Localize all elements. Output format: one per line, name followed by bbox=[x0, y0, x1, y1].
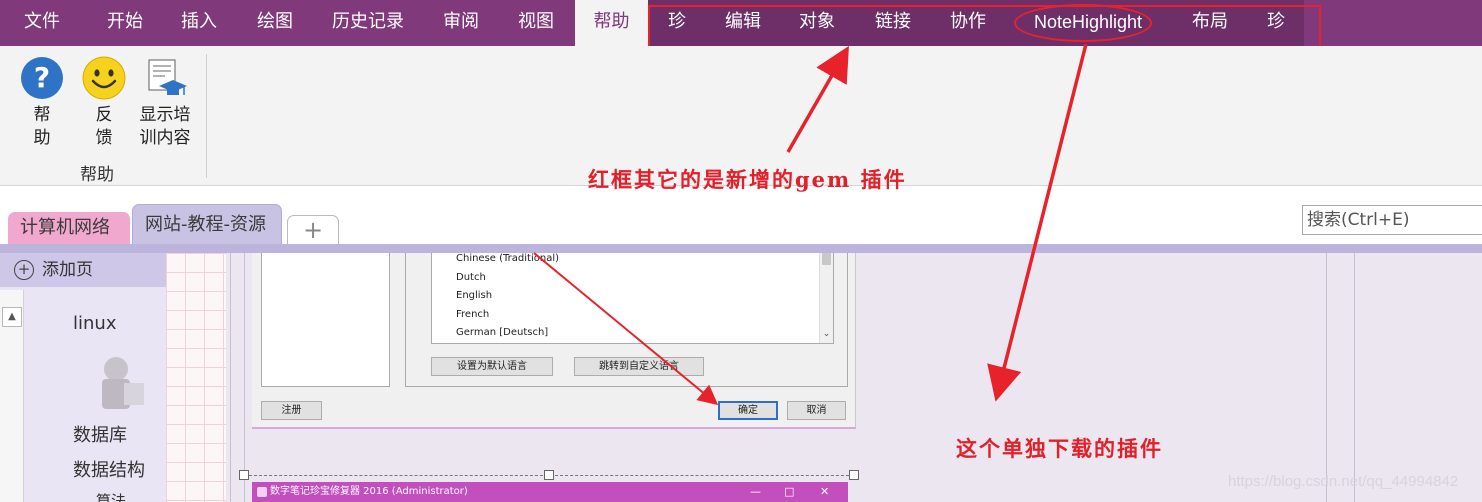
tab-history[interactable]: 历史记录 bbox=[322, 0, 414, 46]
close-icon[interactable]: ✕ bbox=[820, 482, 829, 502]
page-item-database[interactable]: 数据库 bbox=[73, 421, 127, 447]
feedback-button[interactable]: 反 馈 bbox=[74, 56, 134, 150]
tab-file[interactable]: 文件 bbox=[8, 0, 76, 46]
ribbon-group-label: 帮助 bbox=[80, 165, 114, 185]
tab-gem-layout[interactable]: 布局 bbox=[1172, 0, 1248, 46]
resize-handle[interactable] bbox=[239, 470, 249, 480]
page-list-panel: + 添加页 ▲ linux 数据库 数据结构 算法 bbox=[0, 253, 166, 502]
page-item-data-structure[interactable]: 数据结构 bbox=[73, 456, 145, 482]
chevron-down-icon[interactable]: ⌄ bbox=[820, 329, 833, 342]
tab-home[interactable]: 开始 bbox=[92, 0, 158, 46]
tab-gem-link[interactable]: 链接 bbox=[854, 0, 932, 46]
add-section-button[interactable]: + bbox=[287, 215, 339, 244]
ribbon-group-separator bbox=[206, 54, 207, 178]
feedback-button-label-2: 馈 bbox=[95, 128, 113, 148]
tab-review[interactable]: 审阅 bbox=[428, 0, 494, 46]
embedded-repair-window-titlebar: 数字笔记珍宝修复器 2016 (Administrator) — □ ✕ bbox=[252, 482, 848, 502]
watermark: https://blog.csdn.net/qq_44994842 bbox=[1228, 473, 1459, 490]
cancel-button[interactable]: 取消 bbox=[787, 401, 846, 420]
section-tab-website-tutorial[interactable]: 网站-教程-资源 bbox=[132, 204, 282, 244]
svg-text:?: ? bbox=[34, 61, 50, 94]
set-default-language-button[interactable]: 设置为默认语言 bbox=[431, 357, 553, 376]
tab-view[interactable]: 视图 bbox=[502, 0, 570, 46]
tab-gem-edit[interactable]: 编辑 bbox=[706, 0, 780, 46]
ribbon-tab-bar: 文件 开始 插入 绘图 历史记录 审阅 视图 帮助 珍 编辑 对象 链接 协作 … bbox=[0, 0, 1482, 46]
tab-gem-zhen[interactable]: 珍 bbox=[648, 0, 706, 46]
training-button-label-2: 训内容 bbox=[139, 128, 191, 148]
annotation-separate-plugin: 这个单独下载的插件 bbox=[956, 436, 1163, 461]
maximize-icon[interactable]: □ bbox=[784, 482, 794, 502]
canvas-divider bbox=[1354, 253, 1355, 502]
add-page-label: 添加页 bbox=[42, 260, 93, 280]
tab-insert[interactable]: 插入 bbox=[166, 0, 232, 46]
canvas-divider bbox=[1326, 253, 1327, 502]
language-item[interactable]: French bbox=[456, 309, 489, 320]
canvas-divider bbox=[230, 253, 231, 502]
jump-custom-language-button[interactable]: 跳转到自定义语言 bbox=[574, 357, 704, 376]
training-icon bbox=[148, 59, 187, 95]
language-item[interactable]: English bbox=[456, 290, 492, 301]
help-button[interactable]: ? 帮 助 bbox=[12, 56, 72, 150]
page-item-algorithm[interactable]: 算法 bbox=[96, 490, 126, 502]
window-title: 数字笔记珍宝修复器 2016 (Administrator) bbox=[270, 486, 468, 497]
scrollbar-thumb[interactable] bbox=[822, 253, 831, 265]
section-tab-computer-network[interactable]: 计算机网络 bbox=[8, 212, 130, 244]
resize-handle[interactable] bbox=[849, 470, 859, 480]
page-list-scrollbar[interactable]: ▲ bbox=[0, 290, 24, 502]
language-item[interactable]: German [Deutsch] bbox=[456, 327, 548, 338]
annotation-gem-plugins: 红框其它的是新增的gem 插件 bbox=[588, 167, 907, 192]
canvas-divider bbox=[244, 253, 245, 502]
tab-help[interactable]: 帮助 bbox=[575, 0, 648, 46]
training-button-label-1: 显示培 bbox=[139, 105, 191, 125]
tab-gem-collab[interactable]: 协作 bbox=[932, 0, 1004, 46]
scroll-up-arrow-icon[interactable]: ▲ bbox=[2, 307, 22, 327]
add-page-button[interactable]: + 添加页 bbox=[0, 253, 166, 287]
embedded-language-dialog: Chinese (Traditional) Dutch English Fren… bbox=[252, 253, 856, 429]
tab-gem-object[interactable]: 对象 bbox=[780, 0, 854, 46]
section-color-strip bbox=[0, 244, 1482, 253]
help-button-label-1: 帮 bbox=[33, 105, 51, 125]
search-input[interactable]: 搜索(Ctrl+E) bbox=[1302, 205, 1482, 235]
dialog-right-pane: Chinese (Traditional) Dutch English Fren… bbox=[405, 253, 848, 387]
blurred-avatar bbox=[94, 353, 146, 413]
ok-button[interactable]: 确定 bbox=[718, 401, 778, 420]
smiley-icon bbox=[82, 56, 126, 100]
grid-note-strip bbox=[166, 253, 226, 502]
minimize-icon[interactable]: — bbox=[750, 482, 761, 502]
show-training-button[interactable]: 显示培 训内容 bbox=[134, 56, 196, 150]
dialog-left-pane bbox=[261, 253, 390, 387]
app-icon bbox=[257, 487, 267, 497]
register-button[interactable]: 注册 bbox=[261, 401, 322, 420]
section-tab-row: 计算机网络 网站-教程-资源 + 搜索(Ctrl+E) bbox=[0, 187, 1482, 244]
feedback-button-label-1: 反 bbox=[95, 105, 113, 125]
language-list[interactable]: Chinese (Traditional) Dutch English Fren… bbox=[431, 253, 834, 344]
help-button-label-2: 助 bbox=[33, 128, 51, 148]
page-item-linux[interactable]: linux bbox=[73, 313, 116, 334]
plus-circle-icon: + bbox=[14, 260, 34, 280]
language-list-scrollbar[interactable]: ⌄ bbox=[819, 253, 833, 343]
language-item[interactable]: Chinese (Traditional) bbox=[456, 253, 559, 264]
tab-gem-zhen-2[interactable]: 珍 bbox=[1248, 0, 1304, 46]
resize-handle[interactable] bbox=[544, 470, 554, 480]
tab-notehighlight[interactable]: NoteHighlight bbox=[1004, 0, 1172, 46]
tab-draw[interactable]: 绘图 bbox=[242, 0, 308, 46]
note-canvas[interactable]: Chinese (Traditional) Dutch English Fren… bbox=[166, 253, 1482, 502]
help-icon: ? bbox=[21, 57, 63, 99]
language-item[interactable]: Dutch bbox=[456, 272, 486, 283]
